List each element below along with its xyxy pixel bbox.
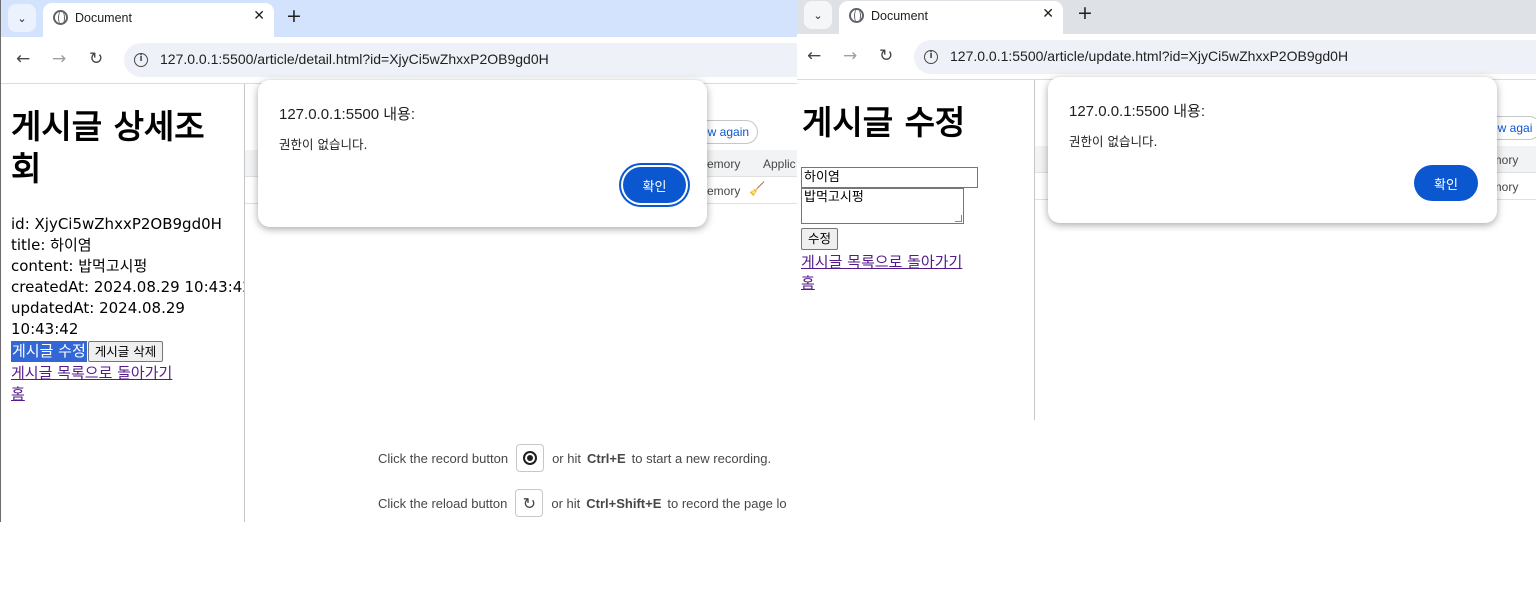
record-hint-middle: or hit [552, 450, 581, 466]
application-tab[interactable]: Applic [763, 157, 796, 171]
page-title-line1: 게시글 상세조 [11, 107, 205, 146]
url-text: 127.0.0.1:5500/article/update.html?id=Xj… [950, 48, 1349, 64]
content-textarea[interactable]: 밥먹고시펑 [801, 188, 964, 224]
home-link[interactable]: 홈 [11, 384, 244, 405]
dialog-title: 127.0.0.1:5500 내용: [1069, 103, 1206, 120]
site-info-icon[interactable]: i [134, 53, 148, 67]
tab-strip: ⌄ Document ✕ + [1, 0, 797, 37]
article-updated-time: 10:43:42 [11, 320, 79, 338]
article-content: content: 밥먹고시펑 [11, 257, 148, 275]
reload-hint-middle: or hit [551, 495, 581, 511]
article-title: title: 하이염 [11, 236, 92, 254]
article-created-at: createdAt: 2024.08.29 10:43:42 [11, 278, 252, 296]
resize-grip-icon[interactable] [955, 215, 962, 222]
dialog-message: 권한이 없습니다. [1069, 134, 1158, 149]
record-hint-suffix: to start a new recording. [631, 450, 772, 466]
page-title-line2: 회 [11, 149, 42, 188]
url-text: 127.0.0.1:5500/article/detail.html?id=Xj… [160, 51, 549, 67]
back-arrow-icon[interactable]: ← [16, 49, 30, 69]
page-content: 게시글 수정 하이염 밥먹고시펑 수정 게시글 목록으로 돌아가기 홈 [797, 80, 1034, 420]
clear-broom-icon[interactable]: 🧹 [749, 182, 765, 197]
record-hint-prefix: Click the record button [378, 450, 509, 466]
submit-update-button[interactable]: 수정 [801, 228, 839, 250]
memory-label: emory [707, 184, 741, 198]
dialog-title: 127.0.0.1:5500 내용: [279, 106, 416, 123]
reload-icon[interactable]: ↻ [89, 49, 103, 69]
content-textarea-value: 밥먹고시펑 [804, 190, 864, 205]
record-button[interactable] [516, 444, 545, 472]
page-content: 게시글 상세조 회 id: XjyCi5wZhxxP2OB9gd0H title… [1, 84, 252, 522]
article-id: id: XjyCi5wZhxxP2OB9gd0H [11, 215, 222, 233]
tab-title: Document [75, 11, 132, 25]
alert-dialog: 127.0.0.1:5500 내용: 권한이 없습니다. 확인 [1048, 77, 1497, 223]
dialog-ok-button[interactable]: 확인 [1414, 165, 1478, 201]
reload-shortcut: Ctrl+Shift+E [586, 495, 662, 511]
page-title: 게시글 수정 [802, 103, 966, 142]
reload-hint-suffix: to record the page lo [667, 495, 787, 511]
close-tab-icon[interactable]: ✕ [1042, 6, 1054, 22]
forward-arrow-icon[interactable]: → [52, 49, 66, 69]
back-to-list-link[interactable]: 게시글 목록으로 돌아가기 [801, 252, 1031, 273]
dialog-message: 권한이 없습니다. [279, 137, 368, 152]
toolbar: ← → ↻ i 127.0.0.1:5500/article/update.ht… [797, 34, 1536, 80]
edit-article-button[interactable]: 게시글 수정 [11, 341, 87, 362]
forward-arrow-icon[interactable]: → [843, 46, 857, 66]
new-tab-icon[interactable]: + [1077, 2, 1093, 24]
tab-document[interactable]: Document ✕ [839, 1, 1063, 34]
reload-icon: ↻ [522, 493, 537, 513]
toolbar: ← → ↻ i 127.0.0.1:5500/article/detail.ht… [1, 37, 797, 84]
close-tab-icon[interactable]: ✕ [253, 8, 265, 24]
back-arrow-icon[interactable]: ← [807, 46, 821, 66]
article-updated-at: updatedAt: 2024.08.29 [11, 299, 185, 317]
reload-hint: Click the reload button ↻ or hit Ctrl+Sh… [378, 489, 787, 517]
record-hint: Click the record button or hit Ctrl+E to… [378, 444, 771, 472]
tab-search-chevron-icon[interactable]: ⌄ [804, 1, 832, 29]
tab-title: Document [871, 9, 928, 23]
globe-icon [849, 8, 864, 23]
title-input[interactable]: 하이염 [801, 167, 978, 188]
reload-record-button[interactable]: ↻ [515, 489, 544, 517]
home-link[interactable]: 홈 [801, 273, 1031, 294]
browser-window-right: ⌄ Document ✕ + ← → ↻ i 127.0.0.1:5500/ar… [797, 0, 1536, 420]
tab-document[interactable]: Document ✕ [43, 3, 274, 37]
alert-dialog: 127.0.0.1:5500 내용: 권한이 없습니다. 확인 [258, 80, 707, 227]
site-info-icon[interactable]: i [924, 50, 938, 64]
address-bar[interactable]: i 127.0.0.1:5500/article/detail.html?id=… [124, 43, 797, 77]
tab-search-chevron-icon[interactable]: ⌄ [8, 4, 36, 32]
record-icon [523, 451, 538, 465]
dialog-ok-button[interactable]: 확인 [623, 167, 686, 203]
reload-hint-prefix: Click the reload button [378, 495, 508, 511]
memory-tab[interactable]: emory [707, 157, 740, 171]
record-shortcut: Ctrl+E [586, 450, 626, 466]
browser-window-left: ⌄ Document ✕ + ← → ↻ i 127.0.0.1:5500/ar… [0, 0, 797, 522]
globe-icon [53, 10, 68, 25]
reload-icon[interactable]: ↻ [879, 46, 893, 66]
back-to-list-link[interactable]: 게시글 목록으로 돌아가기 [11, 363, 244, 384]
new-tab-icon[interactable]: + [286, 5, 302, 27]
tab-strip: ⌄ Document ✕ + [797, 0, 1536, 34]
delete-article-button[interactable]: 게시글 삭제 [87, 341, 164, 362]
address-bar[interactable]: i 127.0.0.1:5500/article/update.html?id=… [914, 40, 1536, 74]
